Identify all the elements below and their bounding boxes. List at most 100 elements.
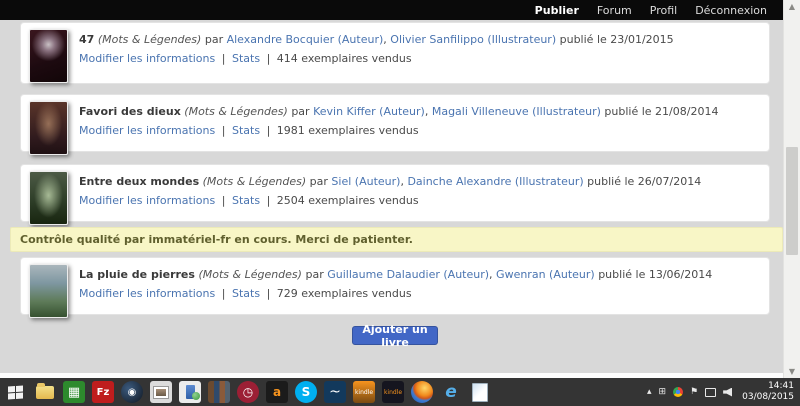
- nav-item-forum[interactable]: Forum: [597, 4, 632, 17]
- separator: |: [222, 52, 226, 65]
- book-info: Entre deux mondes (Mots & Légendes) par …: [79, 169, 701, 217]
- colored-app-tray-icon[interactable]: [673, 387, 683, 397]
- edit-info-link[interactable]: Modifier les informations: [79, 52, 215, 65]
- comma: ,: [425, 105, 429, 118]
- phone-shape: [186, 385, 195, 399]
- author-link[interactable]: Kevin Kiffer (Auteur): [313, 105, 425, 118]
- top-navigation-bar: Publier Forum Profil Déconnexion: [0, 0, 783, 20]
- book-line-1: Favori des dieux (Mots & Légendes) par K…: [79, 102, 718, 121]
- logo-pane: [8, 393, 15, 399]
- illustrator-link[interactable]: Dainche Alexandre (Illustrateur): [407, 175, 583, 188]
- nav-item-profil[interactable]: Profil: [650, 4, 677, 17]
- picture-shape: [153, 386, 169, 399]
- kindle-previewer-icon[interactable]: kindle: [382, 381, 404, 403]
- author-link[interactable]: Siel (Auteur): [331, 175, 400, 188]
- image-viewer-icon[interactable]: [150, 381, 172, 403]
- par-text: par: [310, 175, 328, 188]
- author-link[interactable]: Alexandre Bocquier (Auteur): [227, 33, 384, 46]
- par-text: par: [205, 33, 223, 46]
- logo-pane: [8, 386, 15, 392]
- show-hidden-icons-arrow[interactable]: ▴: [647, 387, 652, 397]
- clock-time: 14:41: [742, 381, 794, 392]
- logo-pane: [16, 385, 23, 391]
- comma: ,: [400, 175, 404, 188]
- author-link[interactable]: Guillaume Dalaudier (Auteur): [327, 268, 489, 281]
- book-series: (Mots & Légendes): [203, 175, 307, 188]
- separator: |: [222, 287, 226, 300]
- calculator-icon[interactable]: ▦: [63, 381, 85, 403]
- taskbar-clock[interactable]: 14:41 03/08/2015: [739, 381, 794, 404]
- sales-count: 729 exemplaires vendus: [277, 287, 412, 300]
- book-line-1: La pluie de pierres (Mots & Légendes) pa…: [79, 265, 712, 284]
- book-series: (Mots & Légendes): [98, 33, 202, 46]
- published-date: publié le 23/01/2015: [560, 33, 674, 46]
- book-line-2: Modifier les informations | Stats | 2504…: [79, 191, 701, 210]
- book-row: 47 (Mots & Légendes) par Alexandre Bocqu…: [20, 22, 770, 84]
- windows-update-tray-icon[interactable]: ⊞: [659, 387, 667, 397]
- separator: |: [222, 124, 226, 137]
- edit-info-link[interactable]: Modifier les informations: [79, 287, 215, 300]
- nav-item-deconnexion[interactable]: Déconnexion: [695, 4, 767, 17]
- document-shape: [472, 383, 488, 402]
- book-info: La pluie de pierres (Mots & Légendes) pa…: [79, 262, 712, 310]
- scrollbar-thumb[interactable]: [786, 147, 798, 255]
- add-book-button[interactable]: Ajouter un livre: [352, 326, 438, 345]
- page-scrollbar[interactable]: ▲ ▼: [783, 0, 800, 378]
- book-info: Favori des dieux (Mots & Légendes) par K…: [79, 99, 718, 147]
- amazon-kindle-tool-icon[interactable]: a: [266, 381, 288, 403]
- device-sync-icon[interactable]: [179, 381, 201, 403]
- book-line-2: Modifier les informations | Stats | 414 …: [79, 49, 674, 68]
- stats-link[interactable]: Stats: [232, 124, 260, 137]
- stats-link[interactable]: Stats: [232, 194, 260, 207]
- windows-taskbar: ▦ Fz ◉ ◷ a S ~ kindle kindle e ▴ ⊞ ⚑ 14:…: [0, 378, 800, 406]
- edit-info-link[interactable]: Modifier les informations: [79, 194, 215, 207]
- edit-info-link[interactable]: Modifier les informations: [79, 124, 215, 137]
- stats-link[interactable]: Stats: [232, 287, 260, 300]
- stats-link[interactable]: Stats: [232, 52, 260, 65]
- skype-icon[interactable]: S: [295, 381, 317, 403]
- book-cover[interactable]: [29, 29, 68, 83]
- coauthor-link[interactable]: Gwenran (Auteur): [496, 268, 595, 281]
- published-date: publié le 21/08/2014: [604, 105, 718, 118]
- book-line-1: 47 (Mots & Légendes) par Alexandre Bocqu…: [79, 30, 674, 49]
- book-row: La pluie de pierres (Mots & Légendes) pa…: [20, 257, 770, 315]
- book-info: 47 (Mots & Légendes) par Alexandre Bocqu…: [79, 27, 674, 79]
- filezilla-icon[interactable]: Fz: [92, 381, 114, 403]
- book-row: Favori des dieux (Mots & Légendes) par K…: [20, 94, 770, 152]
- separator: |: [222, 194, 226, 207]
- illustrator-link[interactable]: Olivier Sanfilippo (Illustrateur): [390, 33, 556, 46]
- quality-control-notice: Contrôle qualité par immatériel-fr en co…: [10, 227, 783, 252]
- scroll-down-arrow-icon[interactable]: ▼: [784, 365, 800, 378]
- network-icon[interactable]: [705, 388, 716, 397]
- book-row: Entre deux mondes (Mots & Légendes) par …: [20, 164, 770, 222]
- taskbar-icons: ▦ Fz ◉ ◷ a S ~ kindle kindle e: [34, 381, 491, 403]
- separator: |: [267, 194, 271, 207]
- internet-explorer-icon[interactable]: e: [440, 381, 462, 403]
- volume-icon[interactable]: [723, 388, 732, 397]
- sales-count: 414 exemplaires vendus: [277, 52, 412, 65]
- action-center-flag-icon[interactable]: ⚑: [690, 387, 698, 397]
- steam-icon[interactable]: ◉: [121, 381, 143, 403]
- illustrator-link[interactable]: Magali Villeneuve (Illustrateur): [432, 105, 601, 118]
- alarm-clock-icon[interactable]: ◷: [237, 381, 259, 403]
- book-cover[interactable]: [29, 101, 68, 155]
- windows-logo-icon: [8, 385, 23, 399]
- book-cover[interactable]: [29, 264, 68, 318]
- openoffice-icon[interactable]: ~: [324, 381, 346, 403]
- separator: |: [267, 124, 271, 137]
- kindle-icon[interactable]: kindle: [353, 381, 375, 403]
- separator: |: [267, 287, 271, 300]
- notepad-icon[interactable]: [469, 381, 491, 403]
- start-button[interactable]: [0, 378, 30, 406]
- par-text: par: [305, 268, 323, 281]
- book-title: La pluie de pierres: [79, 268, 195, 281]
- book-cover[interactable]: [29, 171, 68, 225]
- sales-count: 2504 exemplaires vendus: [277, 194, 419, 207]
- nav-item-publier[interactable]: Publier: [535, 4, 579, 17]
- file-explorer-icon[interactable]: [34, 381, 56, 403]
- book-title: Favori des dieux: [79, 105, 181, 118]
- calibre-library-icon[interactable]: [208, 381, 230, 403]
- scroll-up-arrow-icon[interactable]: ▲: [784, 0, 800, 13]
- book-line-2: Modifier les informations | Stats | 1981…: [79, 121, 718, 140]
- firefox-icon[interactable]: [411, 381, 433, 403]
